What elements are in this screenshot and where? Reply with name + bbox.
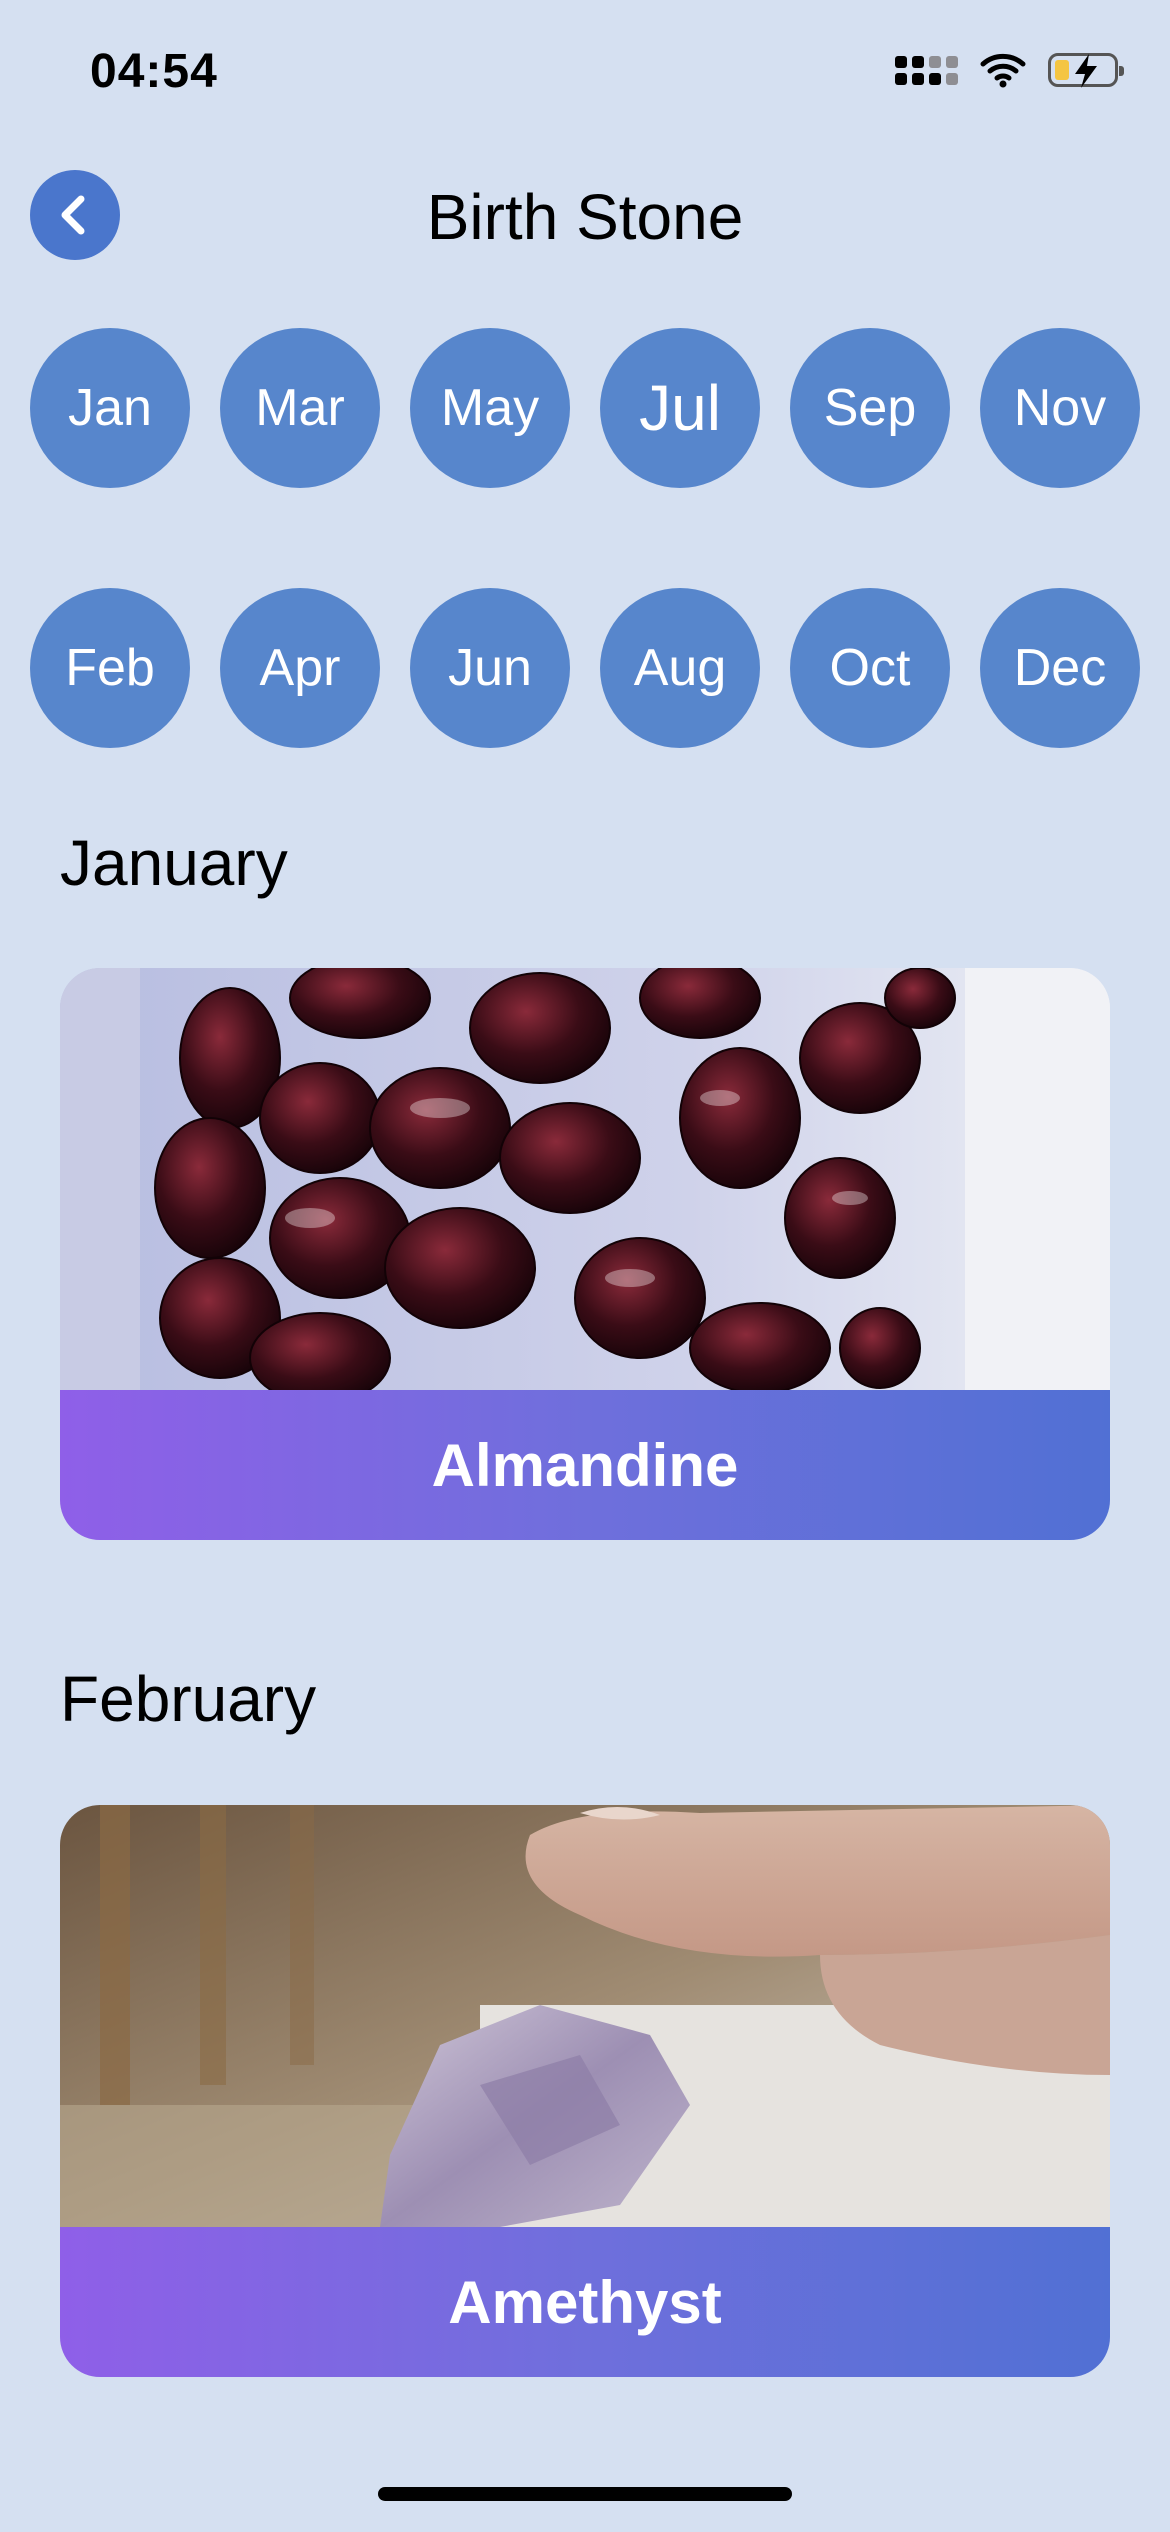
month-button-mar[interactable]: Mar: [220, 328, 380, 488]
home-indicator[interactable]: [378, 2487, 792, 2501]
stone-name-amethyst: Amethyst: [60, 2227, 1110, 2377]
section-title-january: January: [60, 827, 288, 899]
month-row-1: Jan Mar May Jul Sep Nov: [30, 328, 1140, 488]
stone-name-almandine: Almandine: [60, 1390, 1110, 1540]
stone-card-february[interactable]: Amethyst: [60, 1805, 1110, 2377]
page-title: Birth Stone: [426, 181, 744, 253]
month-button-oct[interactable]: Oct: [790, 588, 950, 748]
month-button-aug[interactable]: Aug: [600, 588, 760, 748]
stone-card-january[interactable]: Almandine: [60, 968, 1110, 1540]
month-button-jan[interactable]: Jan: [30, 328, 190, 488]
section-title-february: February: [60, 1663, 317, 1735]
month-button-feb[interactable]: Feb: [30, 588, 190, 748]
status-time: 04:54: [90, 45, 218, 98]
status-icons: [895, 52, 1124, 88]
status-bar: 04:54: [0, 0, 1170, 140]
month-row-2: Feb Apr Jun Aug Oct Dec: [30, 588, 1140, 748]
month-button-dec[interactable]: Dec: [980, 588, 1140, 748]
month-button-nov[interactable]: Nov: [980, 328, 1140, 488]
month-button-sep[interactable]: Sep: [790, 328, 950, 488]
month-button-jun[interactable]: Jun: [410, 588, 570, 748]
cellular-signal-icon: [895, 55, 958, 85]
month-button-jul[interactable]: Jul: [600, 328, 760, 488]
amethyst-photo: [60, 1805, 1110, 2227]
wifi-icon: [980, 53, 1026, 88]
month-button-apr[interactable]: Apr: [220, 588, 380, 748]
battery-charging-icon: [1048, 53, 1124, 88]
almandine-photo: [60, 968, 1110, 1390]
month-button-may[interactable]: May: [410, 328, 570, 488]
